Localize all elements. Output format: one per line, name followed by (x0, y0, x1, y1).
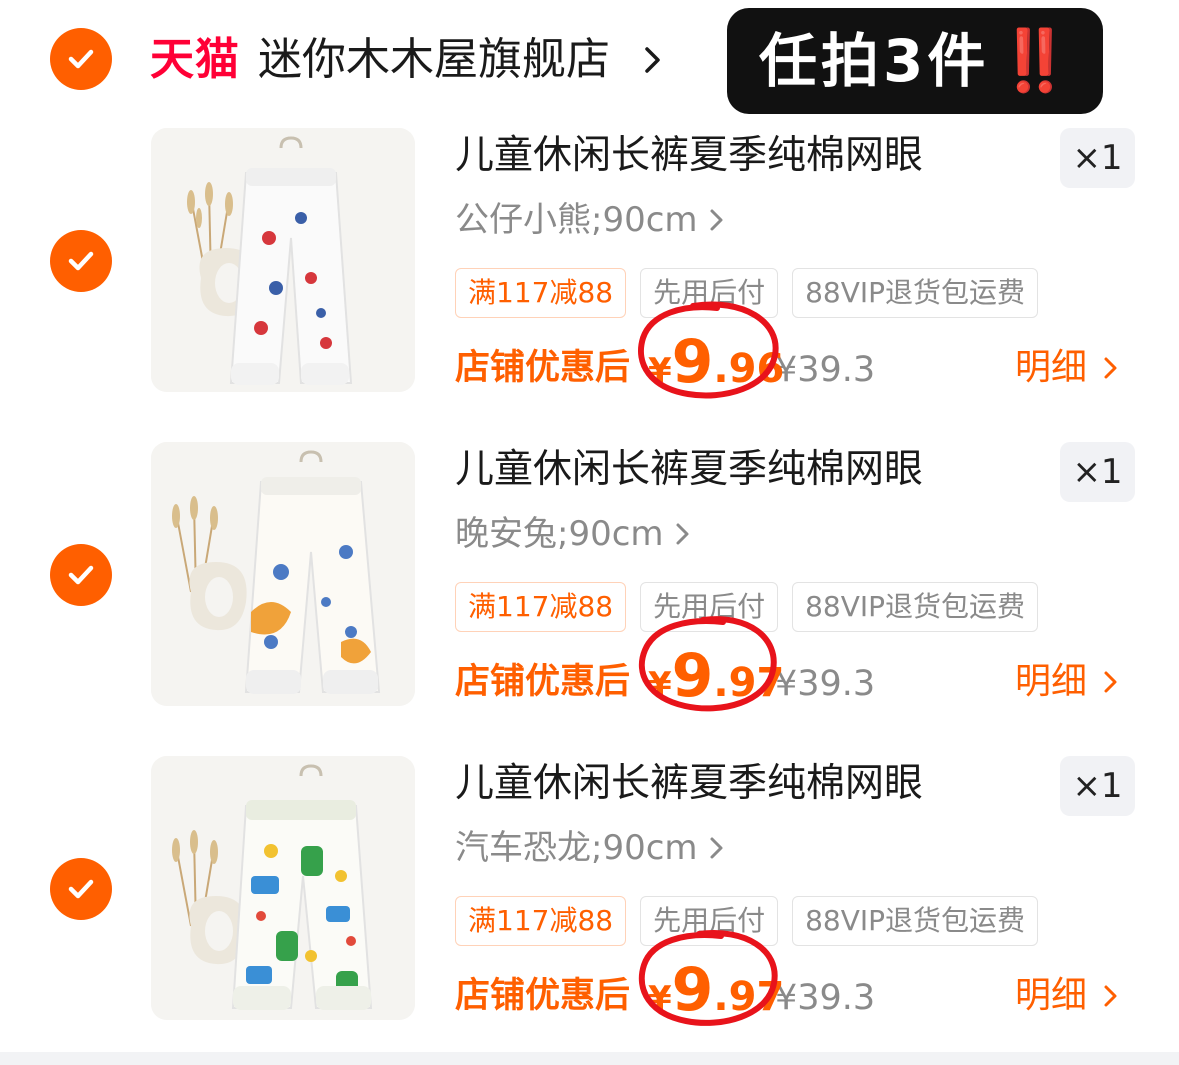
product-thumbnail[interactable] (151, 128, 415, 392)
price-row: 店铺优惠后 ¥39.3 ¥9.97 明细 (455, 616, 1155, 714)
sku-label: 公仔小熊;90cm (455, 200, 698, 240)
price-decimal: .96 (713, 346, 785, 392)
product-image (151, 756, 415, 1020)
item-select-checkbox[interactable] (50, 858, 112, 920)
detail-label: 明细 (1015, 661, 1088, 702)
sku-label: 晚安兔;90cm (455, 514, 664, 554)
sku-label: 汽车恐龙;90cm (455, 828, 698, 868)
vip-return-tag: 88VIP退货包运费 (792, 582, 1039, 632)
product-title[interactable]: 儿童休闲长裤夏季纯棉网眼 (455, 758, 923, 810)
tag-list: 满117减88 先用后付 88VIP退货包运费 (455, 582, 1039, 632)
price-label: 店铺优惠后 (455, 976, 631, 1016)
price-label: 店铺优惠后 (455, 348, 631, 388)
store-name-link[interactable]: 迷你木木屋旗舰店 (258, 30, 610, 90)
detail-link[interactable]: 明细 (1015, 972, 1119, 1020)
detail-link[interactable]: 明细 (1015, 658, 1119, 706)
chevron-right-icon (1104, 357, 1117, 379)
item-select-checkbox[interactable] (50, 230, 112, 292)
product-image (151, 128, 415, 392)
chevron-right-icon (1104, 671, 1117, 693)
price-integer: 9 (671, 641, 714, 711)
price-label: 店铺优惠后 (455, 662, 631, 702)
double-exclamation-icon: ‼️ (997, 26, 1073, 96)
sku-selector[interactable]: 公仔小熊;90cm (455, 196, 726, 244)
pay-later-tag: 先用后付 (640, 582, 779, 632)
price-row: 店铺优惠后 ¥39.3 ¥9.96 明细 (455, 301, 1155, 400)
original-price: ¥39.3 (775, 350, 876, 390)
original-price: ¥39.3 (775, 664, 876, 704)
pay-later-tag: 先用后付 (640, 268, 779, 318)
detail-label: 明细 (1015, 347, 1088, 388)
detail-label: 明细 (1015, 975, 1088, 1016)
detail-link[interactable]: 明细 (1015, 344, 1119, 392)
quantity-button[interactable]: ×1 (1060, 442, 1135, 502)
price-integer: 9 (671, 327, 714, 397)
original-price: ¥39.3 (775, 978, 876, 1018)
pay-later-tag: 先用后付 (640, 896, 779, 946)
cart-item: 儿童休闲长裤夏季纯棉网眼 公仔小熊;90cm ×1 满117减88 先用后付 8… (0, 128, 1179, 428)
discounted-price: ¥9.97 (648, 646, 784, 706)
price-currency: ¥ (648, 979, 672, 1019)
chevron-right-icon (710, 209, 723, 231)
quantity-button[interactable]: ×1 (1060, 128, 1135, 188)
product-title[interactable]: 儿童休闲长裤夏季纯棉网眼 (455, 130, 923, 182)
vip-return-tag: 88VIP退货包运费 (792, 896, 1039, 946)
price-currency: ¥ (648, 665, 672, 705)
chevron-right-icon (710, 837, 723, 859)
discount-tag: 满117减88 (455, 896, 627, 946)
tag-list: 满117减88 先用后付 88VIP退货包运费 (455, 896, 1039, 946)
banner-text: 任拍3件 (759, 27, 990, 95)
checkmark-icon (68, 879, 94, 899)
cart-item: 儿童休闲长裤夏季纯棉网眼 晚安兔;90cm ×1 满117减88 先用后付 88… (0, 442, 1179, 742)
price-row: 店铺优惠后 ¥39.3 ¥9.97 明细 (455, 930, 1155, 1028)
store-select-checkbox[interactable] (50, 28, 112, 90)
price-integer: 9 (671, 955, 714, 1025)
sku-selector[interactable]: 汽车恐龙;90cm (455, 824, 726, 872)
checkmark-icon (68, 49, 94, 69)
product-title[interactable]: 儿童休闲长裤夏季纯棉网眼 (455, 444, 923, 496)
chevron-right-icon[interactable] (640, 40, 666, 80)
discounted-price: ¥9.97 (648, 960, 784, 1020)
price-decimal: .97 (713, 660, 785, 706)
tmall-logo: 天猫 (150, 34, 240, 85)
item-select-checkbox[interactable] (50, 544, 112, 606)
quantity-button[interactable]: ×1 (1060, 756, 1135, 816)
discount-tag: 满117减88 (455, 268, 627, 318)
product-image (151, 442, 415, 706)
tag-list: 满117减88 先用后付 88VIP退货包运费 (455, 268, 1039, 318)
sku-selector[interactable]: 晚安兔;90cm (455, 510, 692, 558)
chevron-right-icon (676, 523, 689, 545)
bottom-divider (0, 1052, 1179, 1065)
cart-item: 儿童休闲长裤夏季纯棉网眼 汽车恐龙;90cm ×1 满117减88 先用后付 8… (0, 756, 1179, 1056)
product-thumbnail[interactable] (151, 756, 415, 1020)
discounted-price: ¥9.96 (648, 332, 784, 392)
price-decimal: .97 (713, 974, 785, 1020)
checkmark-icon (68, 565, 94, 585)
discount-tag: 满117减88 (455, 582, 627, 632)
chevron-right-icon (1104, 985, 1117, 1007)
checkmark-icon (68, 251, 94, 271)
price-currency: ¥ (648, 351, 672, 391)
promo-annotation-banner: 任拍3件 ‼️ (727, 8, 1103, 114)
vip-return-tag: 88VIP退货包运费 (792, 268, 1039, 318)
product-thumbnail[interactable] (151, 442, 415, 706)
